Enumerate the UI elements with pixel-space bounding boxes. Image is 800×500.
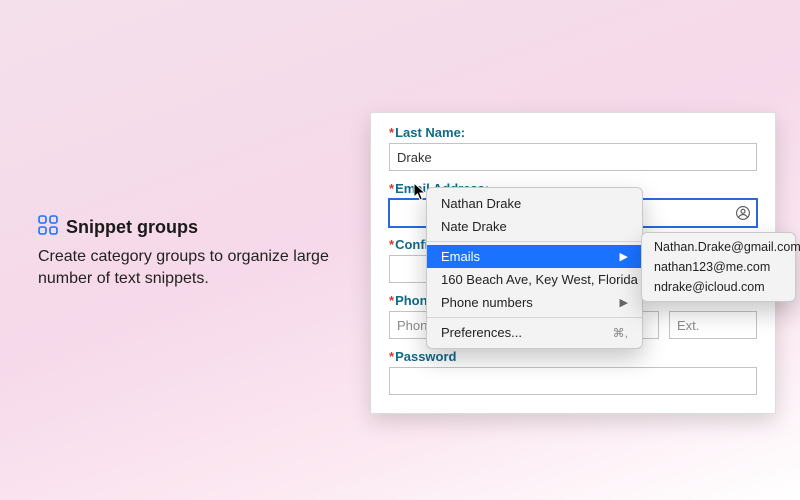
field-last-name: *Last Name: [389,125,757,171]
label-last-name: *Last Name: [389,125,757,140]
input-phone-ext[interactable] [669,311,757,339]
menu-item-emails[interactable]: Emails ▶ [427,245,642,268]
field-password: *Password [389,349,757,395]
menu-separator [427,317,642,318]
promo-heading-row: Snippet groups [38,215,348,240]
shortcut-label: ⌘, [613,326,628,340]
grid-icon [38,215,58,240]
label-password: *Password [389,349,757,364]
chevron-right-icon: ▶ [620,250,628,263]
input-password[interactable] [389,367,757,395]
promo-title: Snippet groups [66,217,198,238]
menu-separator [427,241,642,242]
submenu-item-email-2[interactable]: nathan123@me.com [642,257,795,277]
promo-block: Snippet groups Create category groups to… [38,215,348,289]
input-last-name[interactable] [389,143,757,171]
submenu-item-email-1[interactable]: Nathan.Drake@gmail.com [642,237,795,257]
menu-item-preferences[interactable]: Preferences... ⌘, [427,321,642,344]
submenu-item-email-3[interactable]: ndrake@icloud.com [642,277,795,297]
chevron-right-icon: ▶ [620,296,628,309]
promo-body: Create category groups to organize large… [38,246,348,289]
emails-submenu[interactable]: Nathan.Drake@gmail.com nathan123@me.com … [641,232,796,302]
snippet-menu[interactable]: Nathan Drake Nate Drake Emails ▶ 160 Bea… [426,187,643,349]
menu-item-nathan-drake[interactable]: Nathan Drake [427,192,642,215]
menu-item-address[interactable]: 160 Beach Ave, Key West, Florida [427,268,642,291]
menu-item-nate-drake[interactable]: Nate Drake [427,215,642,238]
menu-item-phone-numbers[interactable]: Phone numbers ▶ [427,291,642,314]
